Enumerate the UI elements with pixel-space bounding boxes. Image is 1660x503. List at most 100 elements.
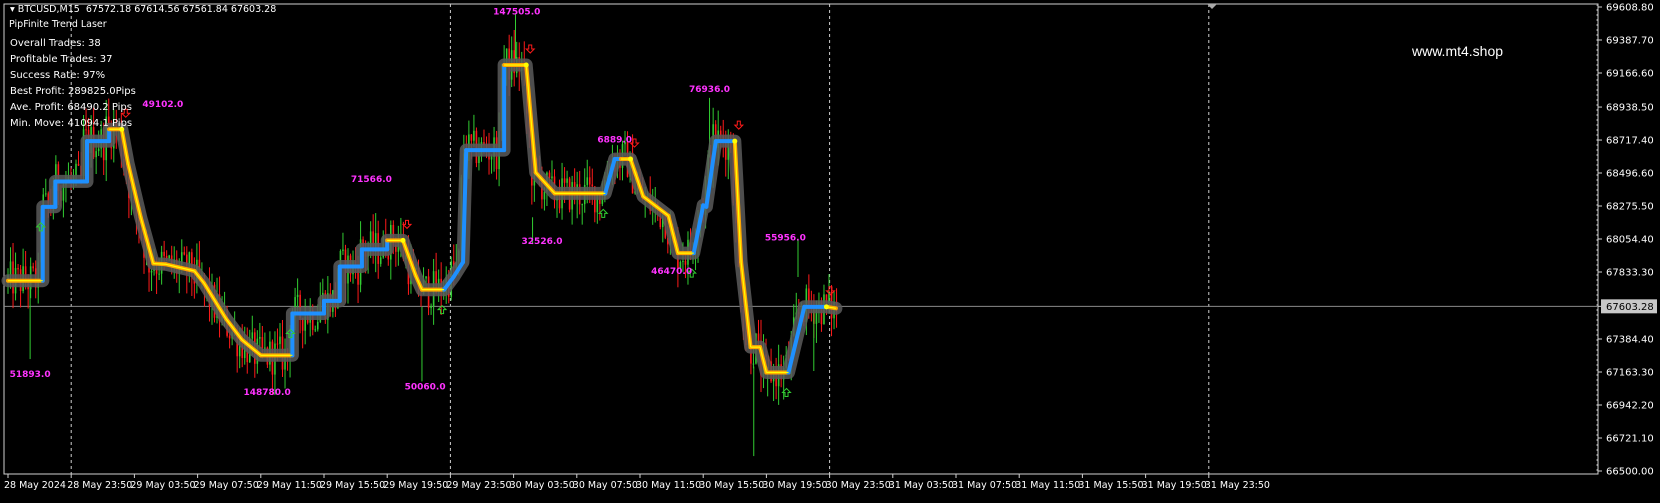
candle-body	[425, 276, 427, 279]
x-tick-label: 29 May 03:50	[130, 480, 195, 491]
x-tick-label: 30 May 03:50	[510, 480, 575, 491]
candle-body	[228, 335, 231, 339]
watermark: www.mt4.shop	[1412, 43, 1504, 59]
candle-body	[276, 343, 279, 345]
y-tick-label: 68496.60	[1606, 169, 1654, 180]
profit-label: 76936.0	[689, 85, 730, 95]
x-tick-label: 29 May 23:50	[446, 480, 511, 491]
x-tick-label: 29 May 15:50	[320, 480, 385, 491]
y-tick-label: 67163.30	[1606, 368, 1654, 379]
signal-dot	[628, 156, 634, 162]
candle-body	[251, 332, 254, 339]
candle-body	[588, 177, 591, 185]
candle-body	[163, 251, 165, 256]
ohlc-values: 67572.18 67614.56 67561.84 67603.28	[85, 4, 277, 15]
sell-arrow-icon	[825, 286, 836, 296]
candle-body	[342, 249, 344, 252]
candle-body	[95, 151, 97, 158]
candle-body	[543, 191, 546, 200]
candle-body	[470, 134, 473, 141]
y-tick-label: 68054.40	[1606, 235, 1654, 246]
candle-body	[279, 336, 281, 344]
profit-label: 51893.0	[10, 370, 51, 380]
candle-body	[301, 318, 304, 331]
candle-body	[77, 163, 80, 166]
buy-arrow-icon	[598, 208, 609, 218]
chart-canvas[interactable]: 69608.80 69387.70 69166.60 68938.50 68717.40…	[0, 0, 1660, 499]
profit-label: 46470.0	[651, 267, 692, 277]
y-tick-label: 69608.80	[1606, 3, 1654, 14]
y-tick-label: 66721.10	[1606, 434, 1654, 445]
indicator-name: PipFinite Trend Laser	[9, 19, 107, 30]
x-tick-label: 30 May 07:50	[573, 480, 638, 491]
symbol-timeframe: BTCUSD,M15	[17, 4, 80, 15]
candle-body	[296, 294, 299, 298]
candle-body	[150, 270, 153, 273]
chart-menu-arrow-icon[interactable]: ▾	[10, 4, 18, 15]
success-rate: Success Rate: 97%	[10, 70, 106, 81]
x-tick-label: 30 May 11:50	[636, 480, 701, 491]
x-tick-label: 31 May 19:50	[1142, 480, 1207, 491]
candle-body	[581, 204, 584, 206]
candle-body	[168, 255, 170, 259]
candle-body	[591, 184, 594, 187]
x-tick-label: 31 May 23:50	[1205, 480, 1270, 491]
candle-body	[17, 267, 19, 270]
y-tick-label: 67384.40	[1606, 335, 1654, 346]
y-tick-label: 69166.60	[1606, 69, 1654, 80]
sell-arrow-icon	[733, 120, 745, 130]
candle-body	[261, 337, 264, 349]
x-tick-label: 28 May 2024	[4, 480, 66, 491]
signal-dot	[823, 304, 829, 310]
profit-label: 49102.0	[142, 100, 183, 110]
candle-body	[757, 333, 760, 341]
price-chart[interactable]: 69608.80 69387.70 69166.60 68938.50 68717.40…	[0, 0, 1660, 499]
y-tick-label: 66500.00	[1606, 467, 1654, 478]
profit-label: 32526.0	[522, 237, 563, 247]
candle-body	[44, 193, 47, 195]
y-tick-label: 67603.28	[1606, 302, 1654, 313]
y-tick-label: 69387.70	[1606, 36, 1654, 47]
candle-body	[473, 130, 475, 141]
y-tick-label: 66942.20	[1606, 401, 1654, 412]
candle-body	[586, 177, 589, 185]
x-tick-label: 29 May 07:50	[194, 480, 259, 491]
min-move: Min. Move: 41094.1 Pips	[10, 118, 133, 129]
candle-body	[316, 321, 319, 330]
y-tick-label: 68717.40	[1606, 136, 1654, 147]
profit-label: 147505.0	[493, 7, 540, 17]
candle-body	[752, 363, 755, 365]
x-tick-label: 30 May 23:50	[826, 480, 891, 491]
candle-body	[551, 176, 553, 179]
overall-trades: Overall Trades: 38	[10, 38, 101, 49]
x-tick-label: 29 May 19:50	[383, 480, 448, 491]
candle-body	[32, 266, 34, 269]
profit-label: 71566.0	[351, 175, 392, 185]
x-tick-label: 31 May 15:50	[1078, 480, 1143, 491]
x-tick-label: 31 May 03:50	[889, 480, 954, 491]
x-tick-label: 28 May 23:50	[67, 480, 132, 491]
candle-body	[9, 261, 12, 275]
sell-arrow-icon	[401, 219, 413, 230]
profit-label: 6889.0	[597, 136, 632, 146]
candle-body	[264, 347, 266, 349]
best-profit: Best Profit: 289825.0Pips	[10, 86, 136, 97]
sell-arrow-icon	[525, 44, 536, 54]
y-tick-label: 67833.30	[1606, 268, 1654, 279]
x-tick-label: 31 May 07:50	[952, 480, 1017, 491]
candle-body	[259, 337, 261, 339]
candle-body	[558, 198, 561, 209]
y-tick-label: 68275.50	[1606, 202, 1654, 213]
chart-header: ▾ BTCUSD,M15 67572.18 67614.56 67561.84 …	[10, 4, 276, 15]
ave-profit: Ave. Profit: 68490.2 Pips	[10, 102, 132, 113]
candle-body	[379, 257, 382, 264]
profitable-trades: Profitable Trades: 37	[10, 54, 113, 65]
profit-label: 55956.0	[765, 233, 806, 243]
candle-body	[684, 260, 687, 265]
y-tick-label: 68938.50	[1606, 103, 1654, 114]
x-tick-label: 29 May 11:50	[257, 480, 322, 491]
x-tick-label: 30 May 19:50	[762, 480, 827, 491]
profit-label: 148780.0	[243, 388, 290, 398]
signal-dot	[732, 138, 738, 144]
candle-body	[478, 155, 480, 164]
